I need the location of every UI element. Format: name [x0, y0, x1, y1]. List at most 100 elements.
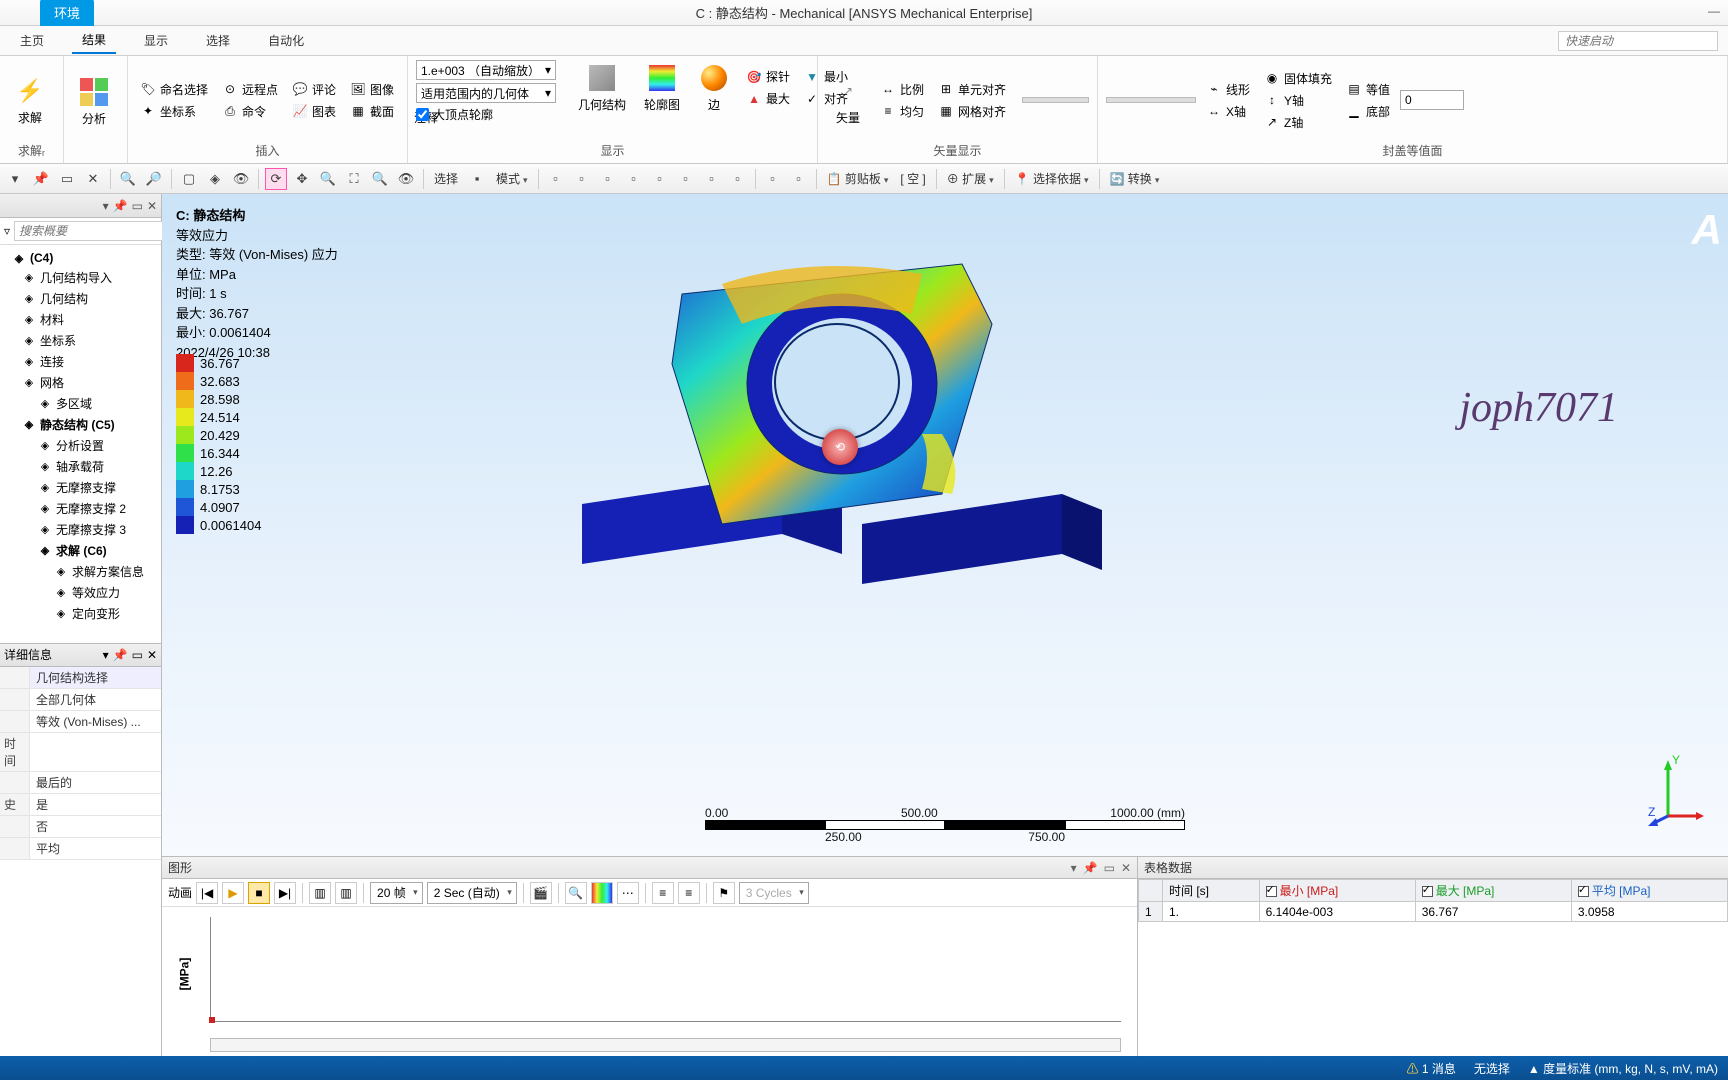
tree-search-input[interactable]: [14, 221, 181, 241]
sel-6-icon[interactable]: ▫: [675, 168, 697, 190]
min-button[interactable]: ▼最小: [800, 67, 852, 86]
sel-7-icon[interactable]: ▫: [701, 168, 723, 190]
zoom-out-icon[interactable]: 🔎: [143, 168, 165, 190]
tree-node[interactable]: ◈网格: [2, 372, 159, 393]
anim-stop-button[interactable]: ■: [248, 882, 270, 904]
tree-node[interactable]: ◈(C4): [2, 249, 159, 267]
x-axis-button[interactable]: ↔X轴: [1202, 102, 1254, 121]
sel-3-icon[interactable]: ▫: [597, 168, 619, 190]
probe-button[interactable]: 🎯探针: [742, 67, 794, 86]
sel-5-icon[interactable]: ▫: [649, 168, 671, 190]
select-by-dropdown[interactable]: 📍 选择依据: [1011, 170, 1093, 187]
tree-node[interactable]: ◈分析设置: [2, 435, 159, 456]
fit-icon[interactable]: ⛶: [343, 168, 365, 190]
menu-display[interactable]: 显示: [134, 28, 178, 53]
detail-row[interactable]: 几何结构选择: [0, 667, 161, 689]
col-time[interactable]: 时间 [s]: [1163, 880, 1260, 902]
tree-node[interactable]: ◈定向变形: [2, 603, 159, 624]
col-max[interactable]: 最大 [MPa]: [1415, 880, 1571, 902]
isoval-button[interactable]: ▤等值: [1342, 80, 1394, 99]
box-select-icon[interactable]: ▢: [178, 168, 200, 190]
named-selection-button[interactable]: 🏷命名选择: [136, 80, 212, 99]
sel-2-icon[interactable]: ▫: [571, 168, 593, 190]
anim-export-button[interactable]: 🎬: [530, 882, 552, 904]
convert-dropdown[interactable]: 🔄 转换: [1106, 170, 1164, 187]
graph-body[interactable]: [MPa] [s]: [162, 907, 1137, 1056]
zoom-button[interactable]: 🔍: [565, 882, 587, 904]
deformation-scale-combo[interactable]: 1.e+003 （自动缩放）▾: [416, 60, 556, 80]
menu-home[interactable]: 主页: [10, 28, 54, 53]
capping-value-input[interactable]: [1400, 90, 1464, 110]
close-icon[interactable]: ✕: [147, 648, 157, 662]
capping-slider[interactable]: [1106, 97, 1196, 103]
tree-node[interactable]: ◈轴承载荷: [2, 456, 159, 477]
solve-button[interactable]: 求解: [8, 73, 52, 128]
detail-row[interactable]: 否: [0, 816, 161, 838]
menu-automation[interactable]: 自动化: [258, 28, 314, 53]
look-at-icon[interactable]: 👁: [395, 168, 417, 190]
wireframe-button[interactable]: ⌁线形: [1202, 80, 1254, 99]
extend-dropdown[interactable]: ⊕ 扩展: [943, 170, 998, 187]
detail-row[interactable]: 时间: [0, 733, 161, 772]
align1-button[interactable]: ≡: [652, 882, 674, 904]
tree-node[interactable]: ◈无摩擦支撑 2: [2, 498, 159, 519]
tree-node[interactable]: ◈坐标系: [2, 330, 159, 351]
detail-row[interactable]: 史是: [0, 794, 161, 816]
tree-node[interactable]: ◈求解方案信息: [2, 561, 159, 582]
zoom-in-icon[interactable]: 🔍: [117, 168, 139, 190]
dropdown-icon[interactable]: ▾: [1071, 861, 1077, 875]
zoom-icon[interactable]: 🔍: [317, 168, 339, 190]
tree-node[interactable]: ◈静态结构 (C5): [2, 414, 159, 435]
pin-icon[interactable]: 📌: [113, 199, 128, 213]
mode-dropdown[interactable]: 模式: [492, 170, 532, 187]
pin-icon[interactable]: 📌: [113, 648, 128, 662]
frames-combo[interactable]: 20 帧: [370, 882, 423, 904]
anim-mode1-button[interactable]: ▥: [309, 882, 331, 904]
close-icon[interactable]: ✕: [147, 199, 157, 213]
sel-9-icon[interactable]: ▫: [762, 168, 784, 190]
detail-row[interactable]: 全部几何体: [0, 689, 161, 711]
cycles-combo[interactable]: 3 Cycles: [739, 882, 809, 904]
col-min[interactable]: 最小 [MPa]: [1259, 880, 1415, 902]
commands-button[interactable]: ⎙命令: [218, 102, 282, 121]
tree-node[interactable]: ◈几何结构: [2, 288, 159, 309]
section-button[interactable]: ▦截面: [346, 102, 398, 121]
y-axis-button[interactable]: ↕Y轴: [1260, 91, 1336, 110]
menu-results[interactable]: 结果: [72, 27, 116, 54]
tree-node[interactable]: ◈求解 (C6): [2, 540, 159, 561]
align2-button[interactable]: ≡: [678, 882, 700, 904]
opt-button[interactable]: ⋯: [617, 882, 639, 904]
uniform-button[interactable]: ≡均匀: [876, 102, 928, 121]
tree-node[interactable]: ◈无摩擦支撑 3: [2, 519, 159, 540]
checkbox-icon[interactable]: [1266, 886, 1277, 897]
vector-scale-slider[interactable]: [1022, 97, 1089, 103]
tree-node[interactable]: ◈多区域: [2, 393, 159, 414]
filter-icon[interactable]: ▿: [4, 224, 10, 238]
table-row[interactable]: 1 1. 6.1404e-003 36.767 3.0958: [1139, 902, 1728, 922]
duration-combo[interactable]: 2 Sec (自动): [427, 882, 517, 904]
dropdown-icon[interactable]: ▾: [103, 199, 109, 213]
anim-play-button[interactable]: ▶: [222, 882, 244, 904]
solid-fill-button[interactable]: ◉固体填充: [1260, 69, 1336, 88]
close-icon[interactable]: ✕: [82, 168, 104, 190]
image-button[interactable]: 🖼图像: [346, 80, 398, 99]
clipboard-dropdown[interactable]: 📋 剪贴板: [823, 170, 893, 187]
graph-time-slider[interactable]: [210, 1038, 1121, 1052]
context-tab-environment[interactable]: 环境: [40, 0, 94, 26]
iso-icon[interactable]: ◈: [204, 168, 226, 190]
contour-button[interactable]: 轮廓图: [638, 60, 686, 115]
units-status[interactable]: ▲ 度量标准 (mm, kg, N, s, mV, mA): [1528, 1060, 1718, 1077]
max-button[interactable]: ▲最大: [742, 89, 794, 108]
orbit-icon[interactable]: ⟳: [265, 168, 287, 190]
comment-button[interactable]: 💬评论: [288, 80, 340, 99]
3d-viewport[interactable]: C: 静态结构 等效应力 类型: 等效 (Von-Mises) 应力 单位: M…: [162, 194, 1728, 856]
details-table[interactable]: 几何结构选择全部几何体等效 (Von-Mises) ...时间最后的史是否平均: [0, 667, 161, 1057]
tree-node[interactable]: ◈连接: [2, 351, 159, 372]
menu-select[interactable]: 选择: [196, 28, 240, 53]
align-button[interactable]: ✓对齐: [800, 89, 852, 108]
messages-indicator[interactable]: ⚠ 1 消息: [1406, 1060, 1455, 1077]
col-avg[interactable]: 平均 [MPa]: [1571, 880, 1727, 902]
quick-launch-input[interactable]: [1558, 31, 1718, 51]
minimize-icon[interactable]: —: [1708, 4, 1720, 18]
pin-icon[interactable]: 📌: [30, 168, 52, 190]
